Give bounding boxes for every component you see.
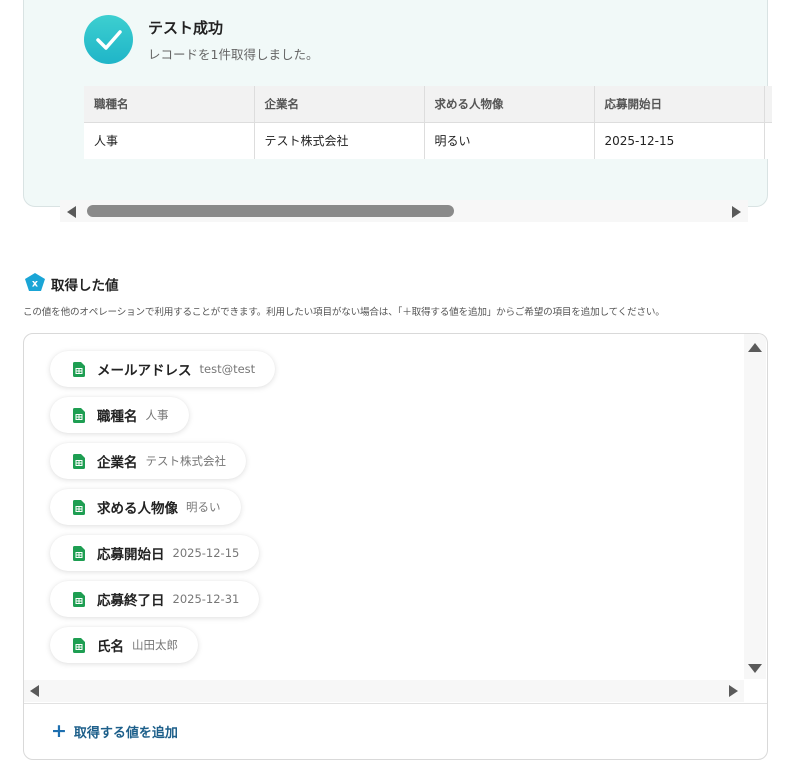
value-chip-value: test@test [199, 362, 256, 376]
google-sheets-icon [73, 591, 85, 607]
add-value-label: 取得する値を追加 [73, 726, 178, 741]
scroll-right-arrow-icon[interactable] [729, 685, 738, 697]
value-chip-label: メールアドレス [97, 363, 192, 379]
value-chip-label: 職種名 [97, 409, 138, 425]
section-title: 取得した値 [51, 278, 119, 294]
column-header: 求める人物像 [424, 86, 595, 123]
column-header: 職種名 [84, 86, 255, 123]
value-chip-value: 人事 [145, 408, 169, 422]
scroll-up-arrow-icon[interactable] [748, 343, 762, 352]
values-vertical-scrollbar[interactable] [744, 334, 766, 679]
add-value-button[interactable]: + 取得する値を追加 [51, 720, 178, 742]
table-horizontal-scrollbar[interactable] [60, 200, 748, 222]
yoom-logo-icon: x [25, 273, 45, 291]
google-sheets-icon [73, 545, 85, 561]
value-chip[interactable]: 応募終了日 2025-12-31 [50, 581, 260, 617]
plus-icon: + [51, 720, 67, 742]
column-header: 企業名 [254, 86, 425, 123]
value-chip-label: 応募開始日 [97, 547, 165, 563]
values-horizontal-scrollbar[interactable] [24, 680, 744, 702]
google-sheets-icon [73, 361, 85, 377]
value-chip[interactable]: 氏名 山田太郎 [50, 627, 198, 663]
scroll-left-arrow-icon[interactable] [30, 685, 39, 697]
acquired-values-panel: メールアドレス test@test 職種名 人事 企業名 テスト株式会社 求める… [23, 333, 768, 760]
column-header: 応募開始日 [594, 86, 765, 123]
scroll-left-arrow-icon[interactable] [67, 206, 76, 218]
scrollbar-thumb[interactable] [87, 205, 454, 217]
value-chip-value: 山田太郎 [132, 638, 178, 652]
google-sheets-icon [73, 499, 85, 515]
check-icon [84, 15, 133, 64]
table-header-row: 職種名 企業名 求める人物像 応募開始日 [84, 86, 772, 123]
table-cell-partial [764, 122, 772, 159]
value-chip-value: 2025-12-31 [172, 592, 240, 606]
value-chip-value: 明るい [186, 500, 221, 514]
scroll-right-arrow-icon[interactable] [732, 206, 741, 218]
value-chip-value: 2025-12-15 [172, 546, 240, 560]
table-cell: 人事 [84, 122, 255, 159]
value-chip-label: 氏名 [97, 639, 124, 655]
table-cell: 明るい [424, 122, 595, 159]
column-header-partial [764, 86, 772, 123]
google-sheets-icon [73, 637, 85, 653]
result-table: 職種名 企業名 求める人物像 応募開始日 人事 テスト株式会社 明るい 2025… [84, 86, 772, 159]
value-chip[interactable]: メールアドレス test@test [50, 351, 276, 387]
value-chip[interactable]: 応募開始日 2025-12-15 [50, 535, 260, 571]
success-subtitle: レコードを1件取得しました。 [148, 47, 319, 62]
section-description: この値を他のオペレーションで利用することができます。利用したい項目がない場合は、… [23, 307, 665, 318]
google-sheets-icon [73, 407, 85, 423]
value-chip-label: 求める人物像 [97, 501, 178, 517]
value-chip[interactable]: 企業名 テスト株式会社 [50, 443, 246, 479]
scroll-down-arrow-icon[interactable] [748, 664, 762, 673]
success-title: テスト成功 [148, 19, 224, 37]
add-value-row: + 取得する値を追加 [24, 703, 767, 759]
table-cell: 2025-12-15 [594, 122, 765, 159]
table-row: 人事 テスト株式会社 明るい 2025-12-15 [84, 122, 772, 159]
value-chip-label: 企業名 [97, 455, 138, 471]
test-success-card: テスト成功 レコードを1件取得しました。 職種名 企業名 求める人物像 応募開始… [23, 0, 772, 207]
table-cell: テスト株式会社 [254, 122, 425, 159]
value-chip-value: テスト株式会社 [145, 454, 227, 468]
value-chip[interactable]: 職種名 人事 [50, 397, 189, 433]
google-sheets-icon [73, 453, 85, 469]
svg-text:x: x [32, 279, 38, 290]
value-chip-label: 応募終了日 [97, 593, 165, 609]
value-chip[interactable]: 求める人物像 明るい [50, 489, 241, 525]
